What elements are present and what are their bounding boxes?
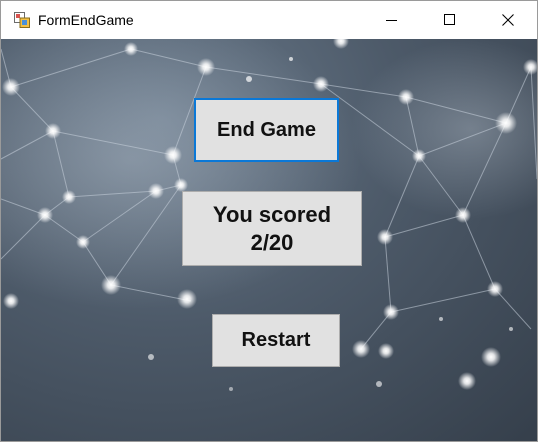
- score-text: You scored: [212, 201, 332, 227]
- end-game-label: End Game: [217, 118, 316, 141]
- maximize-button[interactable]: [421, 1, 479, 39]
- close-icon: [502, 14, 514, 26]
- score-panel: You scored 2/20: [182, 191, 362, 266]
- form-app-icon: [14, 12, 30, 28]
- maximize-icon: [444, 14, 455, 25]
- title-bar[interactable]: FormEndGame: [1, 1, 537, 39]
- minimize-icon: [386, 20, 397, 21]
- window-title: FormEndGame: [38, 12, 134, 28]
- score-value: 2/20: [250, 229, 294, 255]
- form-client-area: End Game You scored 2/20 Restart: [1, 39, 537, 441]
- restart-label: Restart: [241, 329, 311, 351]
- end-game-button[interactable]: End Game: [194, 98, 339, 162]
- close-button[interactable]: [479, 1, 537, 39]
- restart-button[interactable]: Restart: [212, 314, 340, 367]
- form-end-game-window: FormEndGame End Game You scored 2/20 Res…: [0, 0, 538, 442]
- minimize-button[interactable]: [363, 1, 421, 39]
